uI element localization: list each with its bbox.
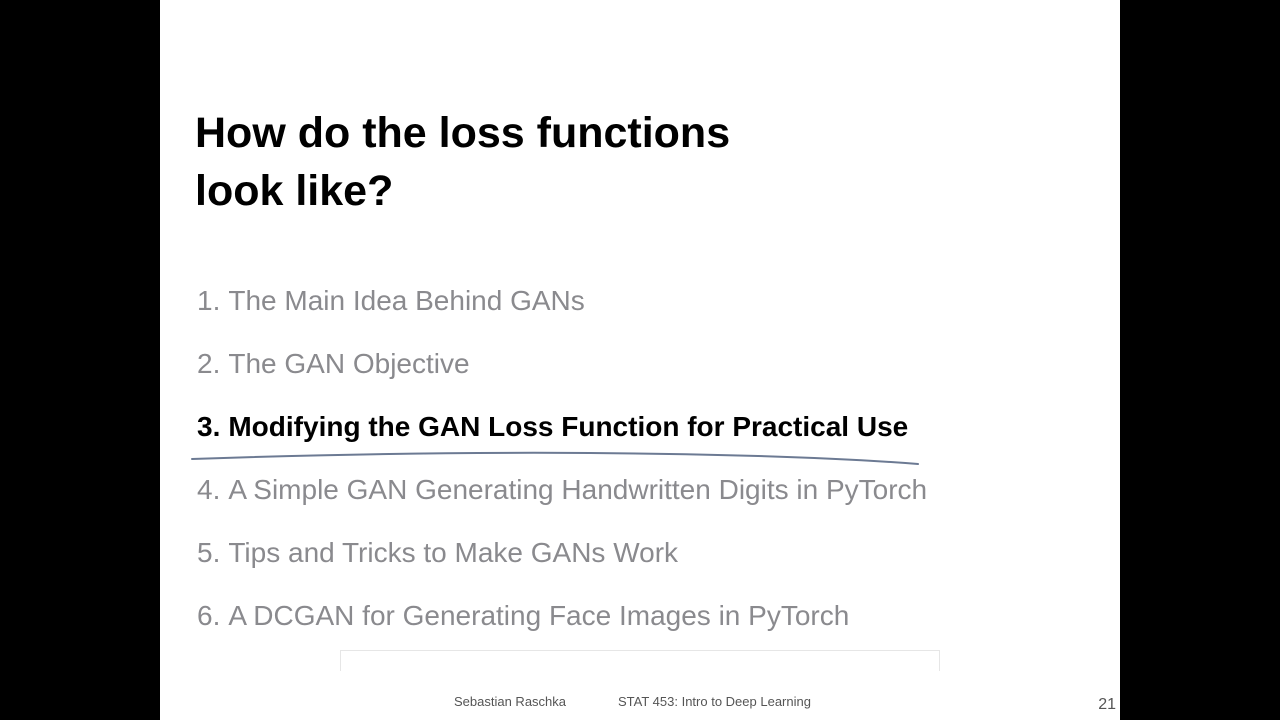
agenda-text: Tips and Tricks to Make GANs Work — [228, 537, 679, 568]
agenda-number: 4. — [197, 474, 221, 505]
footer-author: Sebastian Raschka — [454, 694, 567, 709]
agenda-item-5: 5. Tips and Tricks to Make GANs Work — [197, 528, 927, 591]
title-line-1: How do the loss functions — [195, 109, 731, 157]
handwritten-underline — [191, 451, 919, 465]
slide-title: How do the loss functions look like? — [195, 104, 895, 220]
agenda-item-4: 4. A Simple GAN Generating Handwritten Di… — [197, 465, 927, 528]
agenda-number: 1. — [197, 285, 221, 316]
agenda-item-2: 2. The GAN Objective — [197, 339, 927, 402]
title-line-2: look like? — [195, 167, 394, 215]
agenda-item-1: 1. The Main Idea Behind GANs — [197, 276, 927, 339]
agenda-item-6: 6. A DCGAN for Generating Face Images in … — [197, 591, 927, 654]
video-frame: How do the loss functions look like? 1. T… — [0, 0, 1280, 720]
agenda-number: 3. — [197, 411, 221, 442]
agenda-text: A DCGAN for Generating Face Images in Py… — [228, 600, 850, 631]
agenda-number: 2. — [197, 348, 221, 379]
slide: How do the loss functions look like? 1. T… — [160, 0, 1120, 720]
agenda-number: 6. — [197, 600, 221, 631]
agenda-text: A Simple GAN Generating Handwritten Digi… — [228, 474, 928, 505]
page-number: 21 — [1098, 696, 1116, 713]
agenda-text: Modifying the GAN Loss Function for Prac… — [228, 411, 909, 442]
agenda-text: The Main Idea Behind GANs — [228, 285, 585, 316]
agenda-number: 5. — [197, 537, 221, 568]
footer-course: STAT 453: Intro to Deep Learning — [618, 694, 811, 709]
faint-frame-outline — [340, 650, 940, 671]
agenda-text: The GAN Objective — [228, 348, 470, 379]
